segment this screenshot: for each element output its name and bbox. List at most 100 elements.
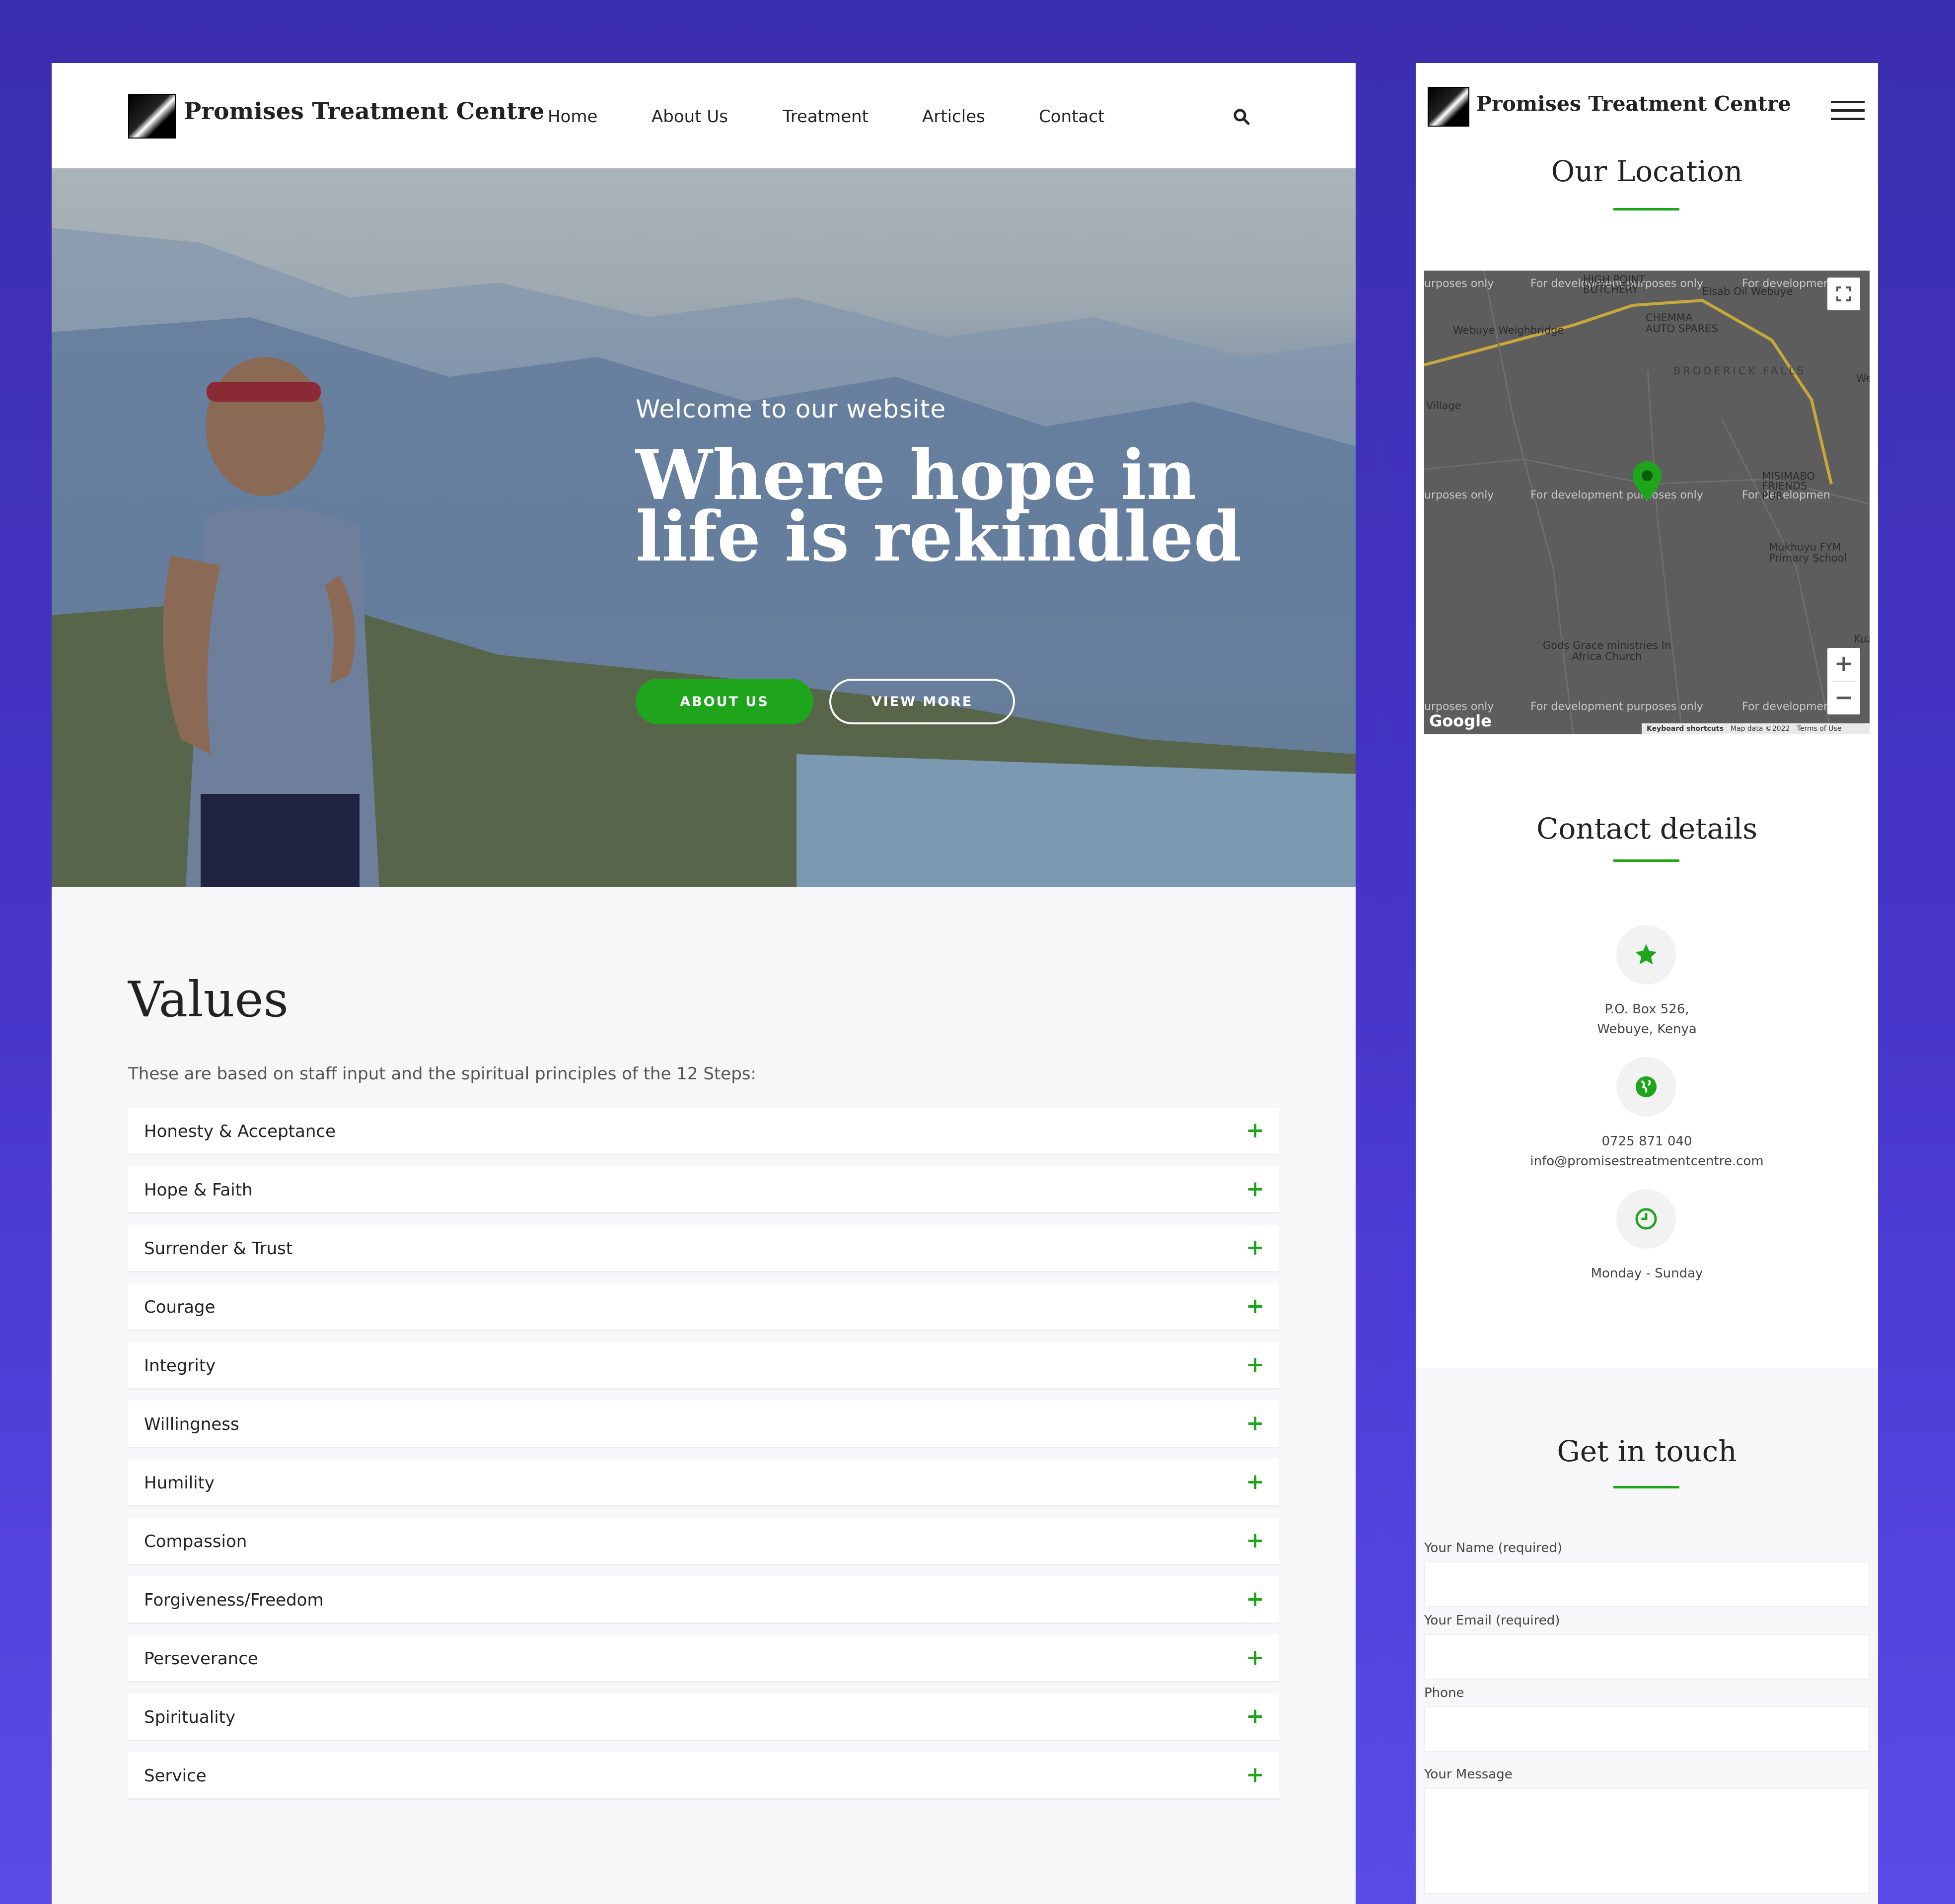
accordion-item[interactable]: Humility + — [128, 1459, 1279, 1507]
accordion-label: Compassion — [144, 1532, 247, 1551]
map-dev-text: For development purposes only — [1530, 701, 1703, 713]
plus-icon[interactable]: + — [1246, 1176, 1264, 1201]
map-place-label: MISIMABO FRIENDS PUR — [1762, 470, 1815, 502]
values-intro: These are based on staff input and the s… — [128, 1064, 756, 1084]
nav-about-us[interactable]: About Us — [652, 107, 728, 127]
message-field[interactable] — [1424, 1788, 1870, 1894]
plus-icon[interactable]: + — [1246, 1235, 1264, 1260]
accordion-item[interactable]: Hope & Faith + — [128, 1166, 1279, 1214]
values-title: Values — [128, 972, 289, 1028]
opening-hours: Monday - Sunday — [1591, 1266, 1703, 1281]
contact-phone[interactable]: 0725 871 040 — [1416, 1131, 1878, 1151]
accordion-item[interactable]: Compassion + — [128, 1518, 1279, 1565]
mobile-preview: Promises Treatment Centre Our Location u… — [1416, 63, 1878, 1904]
accordion-item[interactable]: Courage + — [128, 1283, 1279, 1331]
email-field[interactable] — [1424, 1634, 1870, 1680]
form-title: Get in touch — [1557, 1434, 1737, 1468]
accordion-label: Surrender & Trust — [144, 1239, 293, 1259]
map-dev-text: urposes only — [1424, 489, 1494, 501]
address-line-1: P.O. Box 526, — [1604, 1002, 1689, 1017]
map-dev-text: urposes only — [1424, 278, 1494, 290]
plus-icon[interactable]: + — [1246, 1586, 1264, 1612]
accordion-label: Humility — [144, 1473, 215, 1493]
map-footer: Keyboard shortcuts Map data ©2022 Terms … — [1642, 723, 1870, 734]
email-label: Your Email (required) — [1424, 1613, 1560, 1628]
contact-email[interactable]: info@promisestreatmentcentre.com — [1416, 1151, 1878, 1171]
accordion-label: Honesty & Acceptance — [144, 1122, 336, 1141]
map-place-label: HIGH POINT BUTCHERY — [1583, 274, 1645, 295]
map-place-label: Village — [1426, 400, 1461, 412]
map-dev-text: For development purposes only — [1530, 489, 1703, 501]
plus-icon[interactable]: + — [1246, 1528, 1264, 1553]
title-underline — [1613, 859, 1679, 862]
map-place-label: Kuz — [1854, 633, 1870, 645]
location-pin-icon[interactable] — [1633, 461, 1662, 501]
contact-title: Contact details — [1536, 812, 1757, 846]
accordion-label: Integrity — [144, 1356, 216, 1376]
zoom-in-button[interactable]: + — [1827, 648, 1860, 681]
name-field[interactable] — [1424, 1561, 1870, 1607]
fullscreen-icon[interactable] — [1827, 278, 1860, 310]
accordion-item[interactable]: Spirituality + — [128, 1693, 1279, 1741]
plus-icon[interactable]: + — [1246, 1410, 1264, 1436]
site-logo[interactable] — [128, 94, 176, 139]
accordion-label: Forgiveness/Freedom — [144, 1590, 324, 1610]
zoom-controls: + − — [1827, 648, 1860, 714]
view-more-button[interactable]: VIEW MORE — [829, 679, 1015, 724]
runner-image — [163, 357, 379, 887]
accordion-item[interactable]: Integrity + — [128, 1342, 1279, 1390]
globe-icon — [1616, 1057, 1676, 1117]
accordion-item[interactable]: Honesty & Acceptance + — [128, 1108, 1279, 1155]
phone-field[interactable] — [1424, 1706, 1870, 1752]
nav-home[interactable]: Home — [548, 107, 597, 127]
plus-icon[interactable]: + — [1246, 1118, 1264, 1143]
contact-form-section: Get in touch Your Name (required) Your E… — [1416, 1368, 1878, 1904]
accordion-item[interactable]: Forgiveness/Freedom + — [128, 1576, 1279, 1624]
address-line-2: Webuye, Kenya — [1597, 1022, 1697, 1037]
keyboard-shortcuts-link[interactable]: Keyboard shortcuts — [1647, 725, 1724, 733]
accordion-item[interactable]: Perseverance + — [128, 1635, 1279, 1683]
hero-welcome-text: Welcome to our website — [636, 395, 946, 423]
phone-label: Phone — [1424, 1686, 1464, 1700]
map-place-label: CHEMMA AUTO SPARES — [1646, 312, 1718, 335]
clock-icon — [1616, 1189, 1676, 1249]
about-us-button[interactable]: ABOUT US — [636, 679, 813, 724]
name-label: Your Name (required) — [1424, 1541, 1562, 1555]
nav-contact[interactable]: Contact — [1039, 107, 1104, 127]
hero-title: Where hope in life is rekindled — [636, 434, 1242, 577]
zoom-out-button[interactable]: − — [1827, 682, 1860, 714]
message-label: Your Message — [1424, 1767, 1513, 1782]
search-icon[interactable] — [1231, 107, 1251, 127]
map-place-label: Webuye Weighbridge — [1453, 324, 1564, 336]
site-header: Promises Treatment Centre Home About Us … — [52, 63, 1356, 168]
google-logo[interactable]: Google — [1429, 711, 1492, 730]
accordion-label: Courage — [144, 1297, 216, 1317]
plus-icon[interactable]: + — [1246, 1762, 1264, 1787]
plus-icon[interactable]: + — [1246, 1293, 1264, 1319]
accordion-label: Willingness — [144, 1414, 239, 1434]
map-roads — [1424, 271, 1870, 734]
map-place-label: Gods Grace ministries In Africa Church — [1542, 639, 1671, 662]
map-place-label: BRODERICK FALLS — [1673, 365, 1807, 377]
location-map[interactable]: urposes only For development purposes on… — [1424, 271, 1870, 734]
nav-treatment[interactable]: Treatment — [783, 107, 869, 127]
nav-articles[interactable]: Articles — [922, 107, 985, 127]
title-underline — [1613, 208, 1679, 211]
plus-icon[interactable]: + — [1246, 1352, 1264, 1377]
map-place-label: Mukhuyu FYM Primary School — [1769, 541, 1847, 564]
star-icon — [1616, 925, 1676, 985]
map-place-label: We — [1856, 372, 1870, 384]
plus-icon[interactable]: + — [1246, 1469, 1264, 1494]
accordion-item[interactable]: Service + — [128, 1752, 1279, 1800]
accordion-label: Spirituality — [144, 1707, 236, 1727]
accordion-item[interactable]: Surrender & Trust + — [128, 1225, 1279, 1272]
accordion-item[interactable]: Willingness + — [128, 1401, 1279, 1448]
site-brand[interactable]: Promises Treatment Centre — [184, 98, 544, 125]
hamburger-menu-icon[interactable] — [1831, 101, 1865, 121]
site-brand[interactable]: Promises Treatment Centre — [1476, 92, 1791, 116]
plus-icon[interactable]: + — [1246, 1645, 1264, 1670]
plus-icon[interactable]: + — [1246, 1703, 1264, 1729]
site-logo[interactable] — [1428, 87, 1469, 127]
terms-link[interactable]: Terms of Use — [1797, 725, 1842, 733]
map-dev-text: For developmen — [1742, 701, 1830, 713]
